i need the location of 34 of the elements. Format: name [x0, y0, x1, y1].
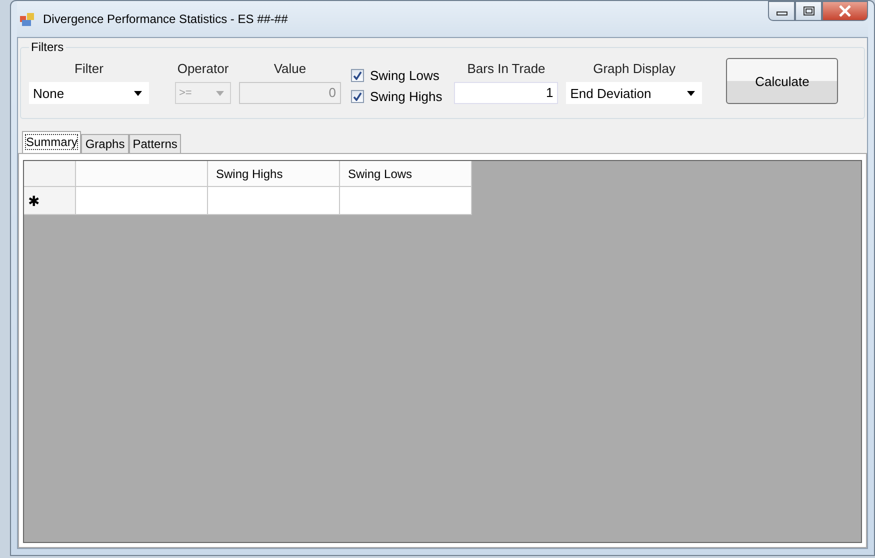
caret-icon	[216, 90, 224, 96]
calculate-button[interactable]: Calculate	[726, 58, 838, 104]
graph-display-label: Graph Display	[592, 61, 676, 76]
maximize-icon	[802, 6, 814, 16]
operator-label: Operator	[176, 61, 230, 76]
window-title: Divergence Performance Statistics - ES ##-##	[43, 12, 288, 26]
column-header: Swing Highs	[208, 161, 340, 187]
check-icon	[353, 92, 362, 101]
tab[interactable]: Summary	[22, 131, 82, 153]
app-icon	[19, 11, 35, 27]
group-title: Filters	[30, 40, 65, 54]
table-cell[interactable]	[208, 187, 340, 215]
caret-icon	[134, 90, 142, 96]
filter-dropdown[interactable]: None	[29, 82, 149, 104]
close-icon	[838, 5, 852, 17]
new-row-marker: ✱	[24, 187, 76, 215]
graph-display-dropdown[interactable]: End Deviation	[566, 82, 702, 104]
value-label: Value	[272, 61, 308, 76]
checkbox[interactable]: Swing Highs	[351, 89, 442, 104]
close-button[interactable]	[822, 1, 868, 21]
check-icon	[353, 71, 362, 80]
caret-icon	[687, 90, 696, 96]
checkbox[interactable]: Swing Lows	[351, 68, 442, 83]
column-header: Swing Lows	[340, 161, 472, 187]
tab[interactable]: Patterns	[128, 134, 182, 153]
table-cell[interactable]	[340, 187, 472, 215]
filter-label: Filter	[74, 61, 104, 76]
bars-in-trade-field[interactable]: 1	[454, 82, 558, 104]
tab[interactable]: Graphs	[81, 134, 129, 153]
minimize-button[interactable]	[768, 1, 795, 21]
maximize-button[interactable]	[795, 1, 822, 21]
table-cell[interactable]	[76, 187, 208, 215]
corner-cell	[24, 161, 76, 187]
bars-in-trade-label: Bars In Trade	[466, 61, 546, 76]
